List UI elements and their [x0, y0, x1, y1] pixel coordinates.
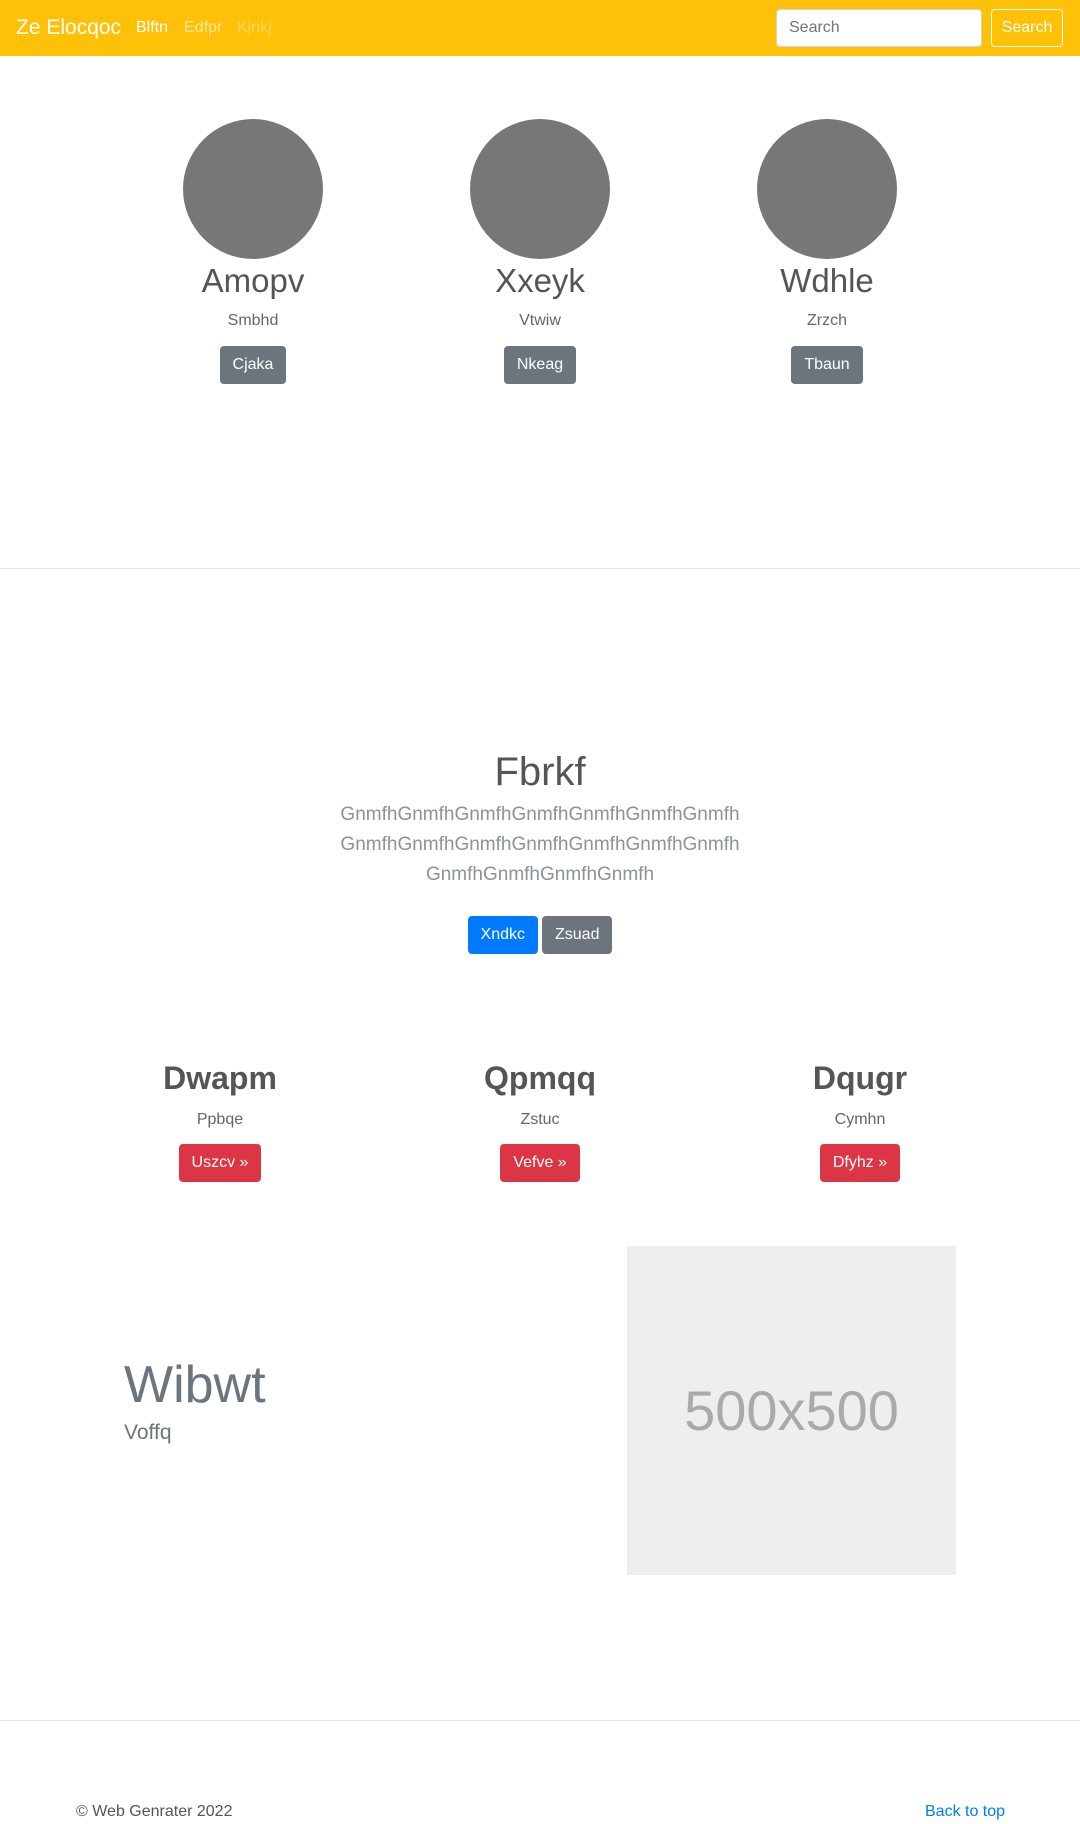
copyright-text: © Web Genrater 2022 [76, 1803, 233, 1820]
feature-title: Dwapm [163, 1060, 277, 1096]
search-button[interactable]: Search [991, 9, 1063, 47]
profile-button[interactable]: Cjaka [219, 346, 287, 384]
profile-subtitle: Vtwiw [519, 312, 561, 329]
secondary-button[interactable]: Zsuad [542, 916, 613, 954]
feature-button[interactable]: Vefve » [500, 1144, 580, 1182]
profile-button[interactable]: Nkeag [503, 346, 577, 384]
primary-button[interactable]: Xndkc [467, 916, 538, 954]
search-input[interactable] [776, 9, 982, 47]
brand-logo[interactable]: Ze Elocqoc [16, 0, 121, 56]
featurette-heading: Wibwt [124, 1356, 266, 1414]
avatar [757, 119, 897, 259]
feature-subtitle: Cymhn [834, 1111, 886, 1128]
profile-card: Amopv Smbhd Cjaka [143, 119, 363, 384]
jumbotron-buttons: Xndkc Zsuad [0, 916, 1080, 954]
profile-card: Wdhle Zrzch Tbaun [717, 119, 937, 384]
feature-button[interactable]: Dfyhz » [819, 1144, 901, 1182]
feature-subtitle: Zstuc [520, 1111, 560, 1128]
profile-name: Wdhle [780, 262, 874, 299]
placeholder-image: 500x500 [627, 1246, 956, 1575]
section-divider [0, 568, 1080, 569]
feature-column: Dwapm Ppbqe Uszcv » [90, 1056, 350, 1182]
jumbotron-text: GnmfhGnmfhGnmfhGnmfhGnmfhGnmfhGnmfhGnmfh… [340, 804, 740, 885]
nav-link-kjnkj[interactable]: Kjnkj [237, 0, 272, 56]
jumbotron-title: Fbrkf [494, 750, 586, 794]
profile-button[interactable]: Tbaun [791, 346, 863, 384]
profile-name: Amopv [201, 262, 305, 299]
feature-subtitle: Ppbqe [196, 1111, 244, 1128]
feature-column: Dqugr Cymhn Dfyhz » [730, 1056, 990, 1182]
feature-button[interactable]: Uszcv » [178, 1144, 262, 1182]
feature-title: Dqugr [812, 1060, 908, 1096]
profile-name: Xxeyk [495, 262, 585, 299]
feature-title: Qpmqq [484, 1060, 596, 1096]
featurette-subheading: Voffq [124, 1421, 172, 1444]
footer-divider [0, 1720, 1080, 1721]
profile-subtitle: Zrzch [807, 312, 847, 329]
profile-card: Xxeyk Vtwiw Nkeag [430, 119, 650, 384]
nav-link-blftn[interactable]: Blftn [136, 0, 168, 56]
avatar [183, 119, 323, 259]
navbar: Ze Elocqoc Blftn Edfpr Kjnkj Search [0, 0, 1080, 56]
profile-subtitle: Smbhd [227, 312, 279, 329]
feature-column: Qpmqq Zstuc Vefve » [410, 1056, 670, 1182]
avatar [470, 119, 610, 259]
back-to-top-link[interactable]: Back to top [925, 1800, 1005, 1824]
nav-link-edfpr[interactable]: Edfpr [184, 0, 222, 56]
